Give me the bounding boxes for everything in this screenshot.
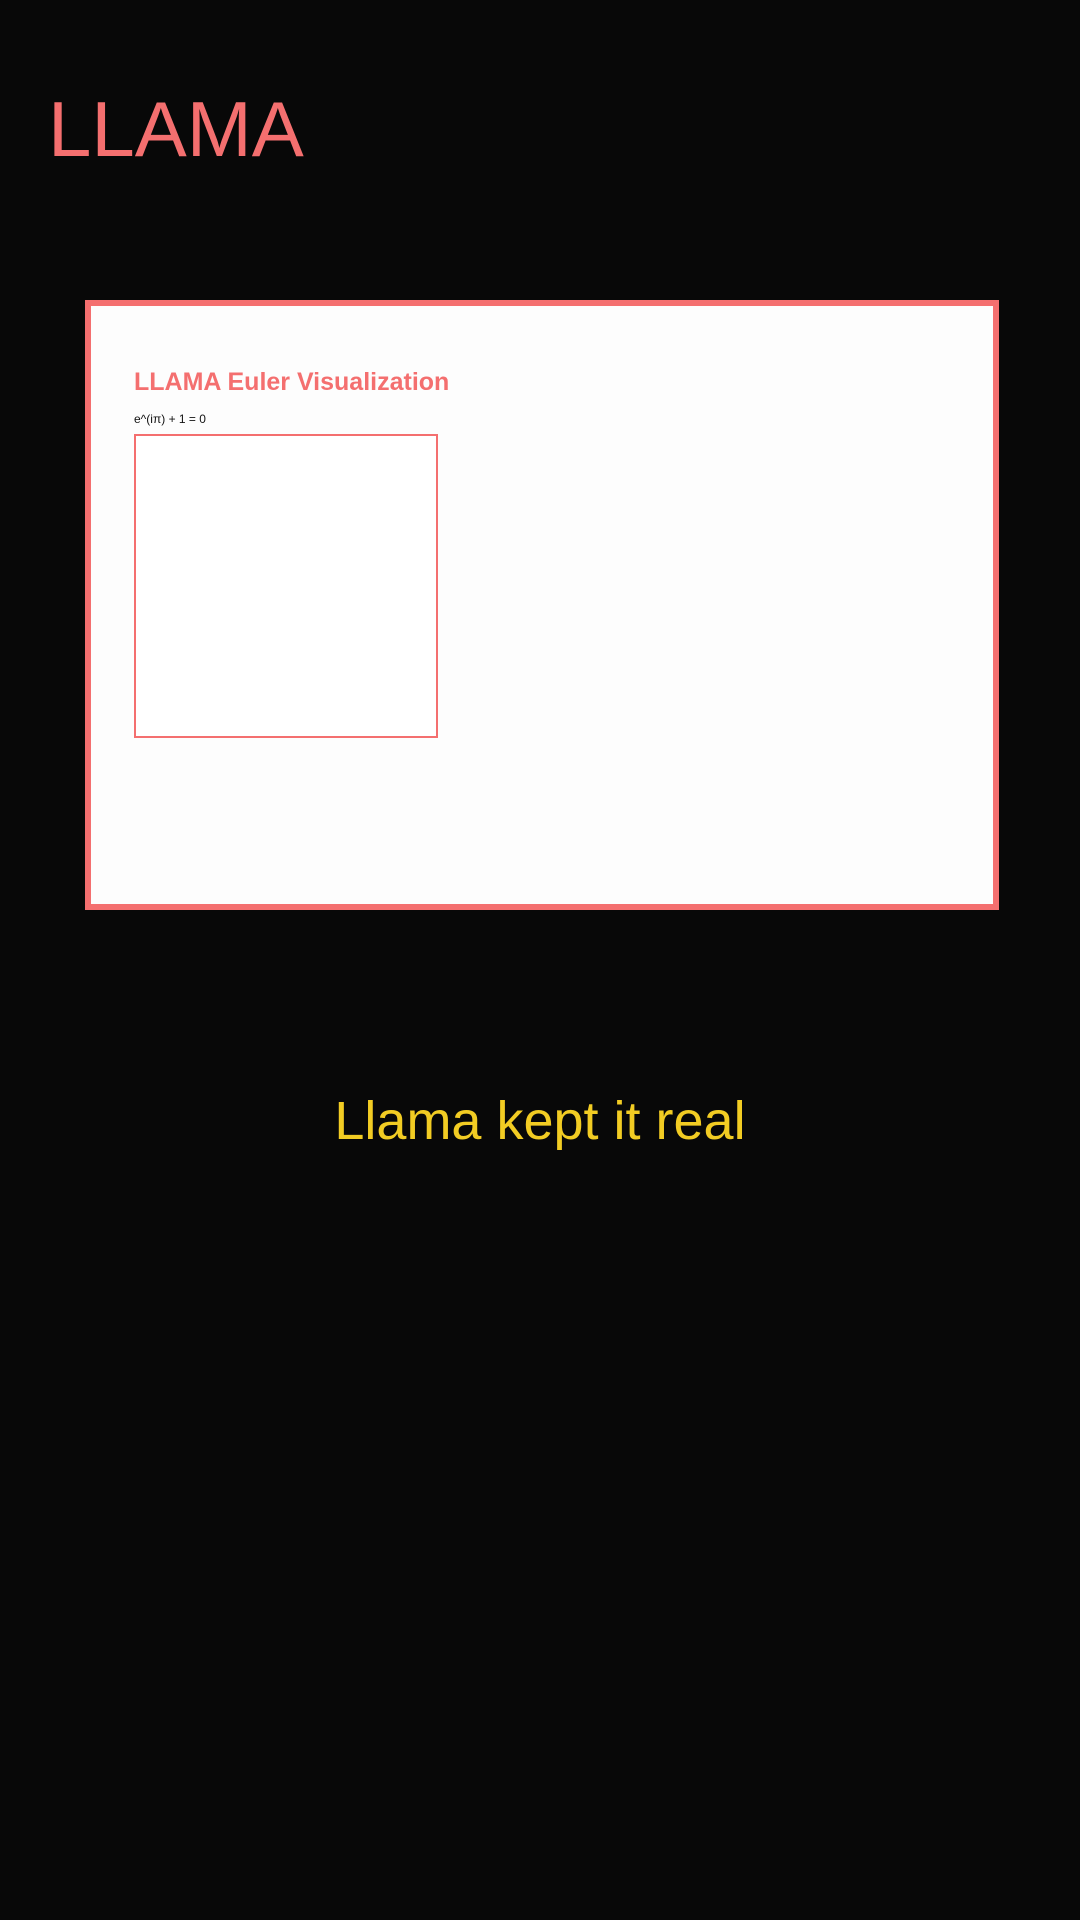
visualization-panel: LLAMA Euler Visualization e^(iπ) + 1 = 0	[85, 300, 999, 910]
euler-formula: e^(iπ) + 1 = 0	[134, 412, 206, 426]
visualization-canvas	[134, 434, 438, 738]
panel-title: LLAMA Euler Visualization	[134, 368, 450, 396]
brand-title: LLAMA	[48, 85, 304, 173]
footer-caption: Llama kept it real	[334, 1091, 746, 1151]
